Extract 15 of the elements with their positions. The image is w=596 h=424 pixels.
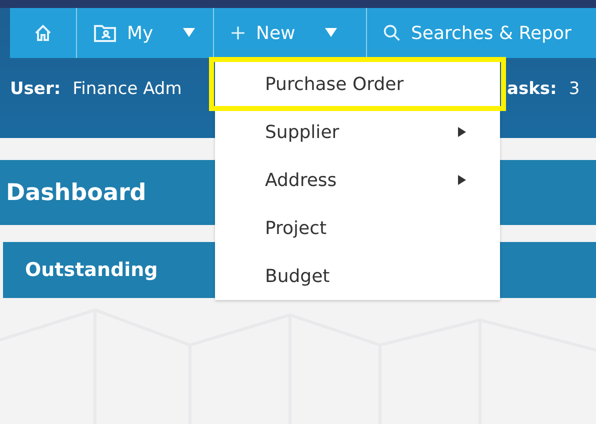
user-name: Finance Adm <box>72 79 182 99</box>
plus-icon <box>230 25 246 41</box>
contact-folder-icon <box>93 23 117 43</box>
menu-item[interactable]: Budget <box>215 252 500 300</box>
submenu-arrow-icon <box>458 127 466 137</box>
tasks-label: asks: <box>507 79 557 99</box>
user-label: User: <box>10 79 61 99</box>
menu-item[interactable]: Supplier <box>215 108 500 156</box>
caret-icon <box>325 28 338 38</box>
submenu-arrow-icon <box>458 175 466 185</box>
tasks-count: 3 <box>568 79 580 99</box>
home-icon <box>33 23 53 43</box>
caret-icon <box>183 28 196 38</box>
search-icon <box>383 24 401 42</box>
menu-item[interactable]: Purchase Order <box>212 60 503 108</box>
